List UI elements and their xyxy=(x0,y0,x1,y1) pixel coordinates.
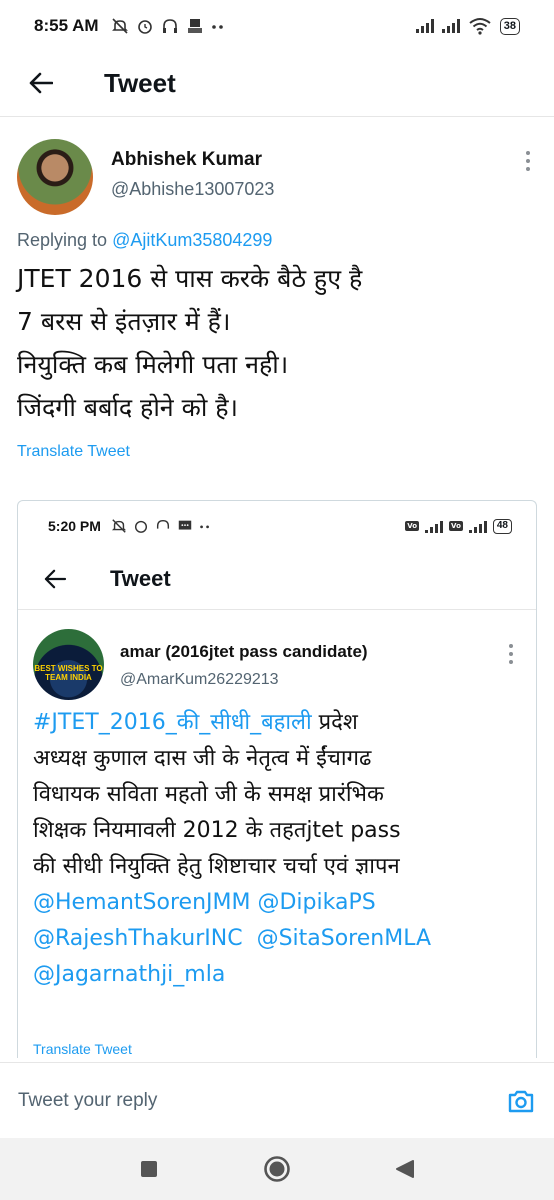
status-notification-icons xyxy=(111,17,225,35)
tweet-line: जिंदगी बर्बाद होने को है। xyxy=(17,393,238,422)
message-icon xyxy=(178,520,192,530)
home-button[interactable] xyxy=(263,1155,291,1183)
screenshot-line: @RajeshThakurINC @SitaSorenMLA xyxy=(33,921,533,957)
replying-prefix: Replying to xyxy=(17,230,113,250)
screenshot-line: @Jagarnathji_mla xyxy=(33,957,533,993)
mention: @DipikaPS xyxy=(257,890,376,915)
author-avatar[interactable] xyxy=(17,139,93,215)
headphones-icon xyxy=(156,519,169,529)
camera-icon xyxy=(508,1090,534,1112)
screenshot-line: अध्यक्ष कुणाल दास जी के नेतृत्व में ईंचा… xyxy=(33,746,372,771)
screenshot-tweet-text: #JTET_2016_की_सीधी_बहाली प्रदेश अध्यक्ष … xyxy=(33,705,533,993)
page-title: Tweet xyxy=(104,67,176,98)
circle-home-icon xyxy=(264,1156,290,1182)
signal-2-icon xyxy=(441,19,460,33)
battery-indicator: 38 xyxy=(499,17,520,35)
reply-input[interactable]: Tweet your reply xyxy=(18,1090,157,1112)
author-name[interactable]: Abhishek Kumar xyxy=(111,149,262,171)
screenshot-author-name: amar (2016jtet pass candidate) xyxy=(120,642,368,661)
screenshot-author-avatar: BEST WISHES TO TEAM INDIA xyxy=(33,629,104,700)
screenshot-header-divider xyxy=(18,609,536,610)
status-bar: 8:55 AM 38 xyxy=(0,0,554,52)
screenshot-status-bar: 5:20 PM Vo Vo 48 xyxy=(18,501,536,551)
screenshot-page-title: Tweet xyxy=(110,566,171,591)
screenshot-battery-indicator: 48 xyxy=(492,518,512,534)
tweet-text: JTET 2016 से पास करके बैठे हुए है 7 बरस … xyxy=(17,257,527,429)
triangle-back-icon xyxy=(396,1160,414,1178)
status-system-icons: 38 xyxy=(415,17,520,35)
author-handle[interactable]: @Abhishe13007023 xyxy=(111,179,274,200)
screenshot-line-text: प्रदेश xyxy=(311,710,358,735)
screenshot-line: #JTET_2016_की_सीधी_बहाली प्रदेश xyxy=(33,705,533,741)
back-arrow-icon xyxy=(29,72,53,94)
system-nav-bar xyxy=(0,1138,554,1200)
screenshot-translate-link: Translate Tweet xyxy=(33,1041,132,1057)
volte-icon: Vo xyxy=(449,521,463,531)
alarm-icon xyxy=(137,20,152,34)
attached-screenshot-image[interactable]: 5:20 PM Vo Vo 48 Tweet BEST WISHES TO TE… xyxy=(17,500,537,1058)
replying-to: Replying to @AjitKum35804299 xyxy=(17,230,272,251)
mute-icon xyxy=(111,18,128,34)
screenshot-app-bar: Tweet xyxy=(18,557,536,601)
screenshot-line: विधायक सविता महतो जी के समक्ष प्रारंभिक xyxy=(33,782,384,807)
header-divider xyxy=(0,116,554,117)
tweet-more-button[interactable] xyxy=(525,151,531,171)
tweet-line: 7 बरस से इंतज़ार में हैं। xyxy=(17,307,231,336)
square-recents-icon xyxy=(141,1161,157,1177)
headphones-icon xyxy=(162,19,177,33)
screenshot-author-handle: @AmarKum26229213 xyxy=(120,671,279,688)
back-arrow-icon xyxy=(44,569,66,589)
app-bar: Tweet xyxy=(0,52,554,114)
signal-2-icon xyxy=(468,519,487,533)
screenshot-line: की सीधी नियुक्ति हेतु शिष्टाचार चर्चा एव… xyxy=(33,854,400,879)
screenshot-line: @HemantSorenJMM @DipikaPS xyxy=(33,885,533,921)
mention: @SitaSorenMLA xyxy=(256,926,432,951)
screenshot-status-time: 5:20 PM xyxy=(48,518,101,534)
volte-icon: Vo xyxy=(405,521,420,531)
more-vertical-icon xyxy=(526,151,530,155)
avatar-caption: BEST WISHES TO TEAM INDIA xyxy=(34,664,103,682)
status-time: 8:55 AM xyxy=(34,16,99,35)
recents-button[interactable] xyxy=(135,1155,163,1183)
signal-1-icon xyxy=(425,519,444,533)
screenshot-more-icon xyxy=(508,644,514,664)
app-notification-icon xyxy=(187,19,202,33)
mention: @HemantSorenJMM xyxy=(33,890,251,915)
wifi-icon xyxy=(469,18,491,35)
camera-button[interactable] xyxy=(506,1086,536,1116)
tweet-line: JTET 2016 से पास करके बैठे हुए है xyxy=(17,264,363,293)
screenshot-notification-icons xyxy=(111,518,211,534)
reply-composer[interactable]: Tweet your reply xyxy=(0,1062,554,1138)
more-notifications-icon xyxy=(200,525,209,529)
mention: @Jagarnathji_mla xyxy=(33,962,226,987)
mute-icon xyxy=(111,519,126,533)
more-notifications-icon xyxy=(211,25,223,29)
nav-back-button[interactable] xyxy=(391,1155,419,1183)
mention: @RajeshThakurINC xyxy=(33,926,243,951)
translate-tweet-link[interactable]: Translate Tweet xyxy=(17,443,130,461)
tweet-line: नियुक्ति कब मिलेगी पता नही। xyxy=(17,350,289,379)
replying-handle-link[interactable]: @AjitKum35804299 xyxy=(112,230,272,250)
alarm-icon xyxy=(134,520,147,533)
signal-1-icon xyxy=(415,19,434,33)
screenshot-system-icons: Vo Vo 48 xyxy=(405,518,512,534)
hashtag: #JTET_2016_की_सीधी_बहाली xyxy=(33,710,312,735)
back-button[interactable] xyxy=(28,70,54,96)
screenshot-line: शिक्षक नियमावली 2012 के तहतjtet pass xyxy=(33,818,401,843)
